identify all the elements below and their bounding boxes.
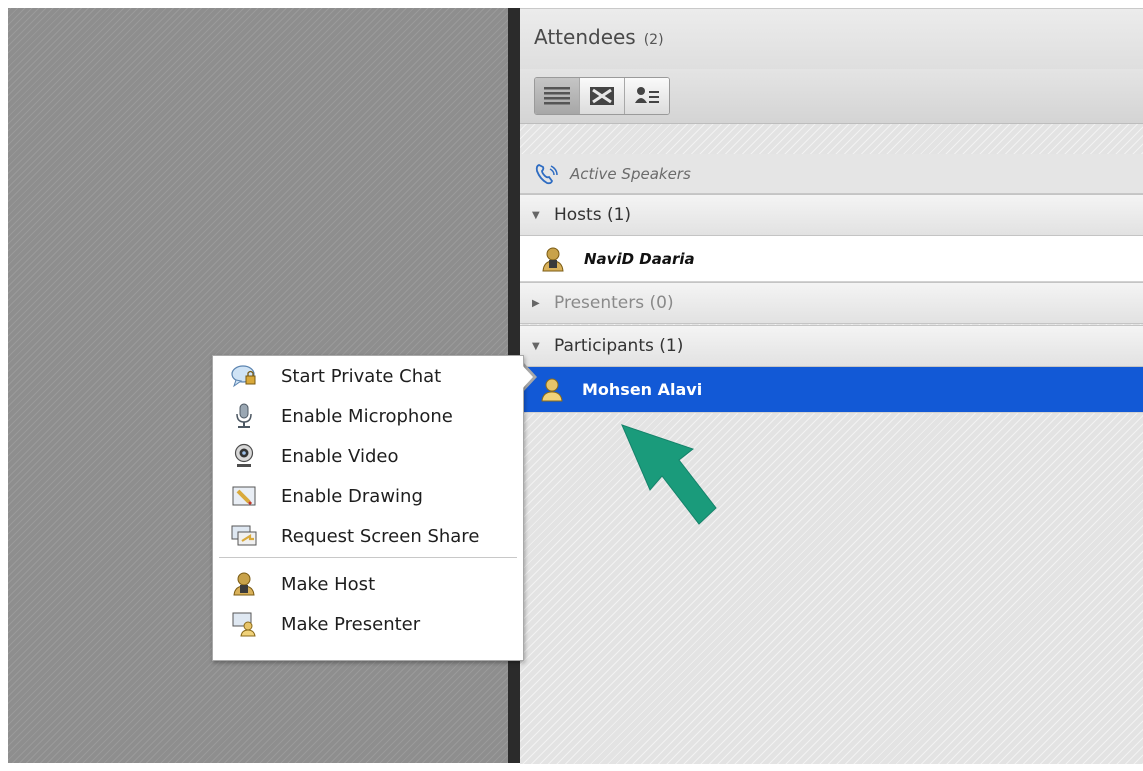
menu-enable-drawing[interactable]: Enable Drawing (213, 476, 523, 516)
active-speakers-label: Active Speakers (570, 164, 691, 183)
list-view-button[interactable] (535, 78, 580, 114)
phone-speaking-icon (535, 163, 558, 184)
panel-title-row: Attendees (2) (534, 25, 664, 55)
menu-enable-microphone[interactable]: Enable Microphone (213, 396, 523, 436)
panel-title: Attendees (534, 25, 636, 49)
group-participants-label: Participants (1) (554, 336, 684, 356)
group-hosts-label: Hosts (1) (554, 205, 632, 225)
attendee-count: (2) (643, 32, 664, 48)
expanded-triangle-icon: ▼ (532, 340, 540, 352)
menu-enable-video-label: Enable Video (281, 445, 399, 467)
collapsed-triangle-icon: ▶ (532, 297, 540, 309)
chat-bubble-icon (229, 361, 259, 391)
participant-user-icon (541, 378, 563, 401)
grid-view-icon (590, 87, 614, 105)
host-user-icon (542, 247, 564, 271)
presenter-icon (229, 609, 259, 639)
attendee-status-view-icon (635, 87, 659, 103)
expanded-triangle-icon: ▼ (532, 209, 540, 221)
view-toolbar (534, 77, 670, 115)
pencil-drawing-icon (229, 481, 259, 511)
group-presenters[interactable]: ▶ Presenters (0) (520, 282, 1143, 324)
group-presenters-label: Presenters (0) (554, 293, 674, 313)
menu-request-screen-share[interactable]: Request Screen Share (213, 516, 523, 556)
menu-enable-microphone-label: Enable Microphone (281, 405, 453, 427)
menu-make-presenter[interactable]: Make Presenter (213, 604, 523, 644)
host-user-icon (229, 569, 259, 599)
menu-make-host[interactable]: Make Host (213, 564, 523, 604)
menu-enable-drawing-label: Enable Drawing (281, 485, 423, 507)
menu-separator (219, 557, 517, 558)
screen-share-icon (229, 521, 259, 551)
webcam-icon (229, 441, 259, 471)
menu-start-private-chat[interactable]: Start Private Chat (213, 356, 523, 396)
menu-start-private-chat-label: Start Private Chat (281, 365, 442, 387)
participant-row-mohsen[interactable]: Mohsen Alavi (520, 367, 1143, 413)
group-hosts[interactable]: ▼ Hosts (1) (520, 194, 1143, 236)
participant-context-menu: Start Private Chat Enable Microphone Ena… (212, 355, 524, 661)
host-row-navid[interactable]: NaviD Daaria (520, 236, 1143, 282)
menu-request-screen-share-label: Request Screen Share (281, 525, 480, 547)
group-participants[interactable]: ▼ Participants (1) (520, 325, 1143, 367)
menu-enable-video[interactable]: Enable Video (213, 436, 523, 476)
attendees-panel: Attendees (2) Active Speakers ▼ Hosts (1… (520, 8, 1143, 764)
host-name: NaviD Daaria (584, 249, 695, 268)
menu-make-host-label: Make Host (281, 573, 376, 595)
menu-pointer (521, 364, 533, 390)
grid-view-button[interactable] (580, 78, 625, 114)
microphone-icon (229, 401, 259, 431)
active-speakers-row: Active Speakers (520, 154, 1143, 194)
attendee-status-view-button[interactable] (625, 78, 669, 114)
menu-make-presenter-label: Make Presenter (281, 613, 421, 635)
participant-name: Mohsen Alavi (582, 380, 703, 399)
list-view-icon (544, 87, 570, 105)
